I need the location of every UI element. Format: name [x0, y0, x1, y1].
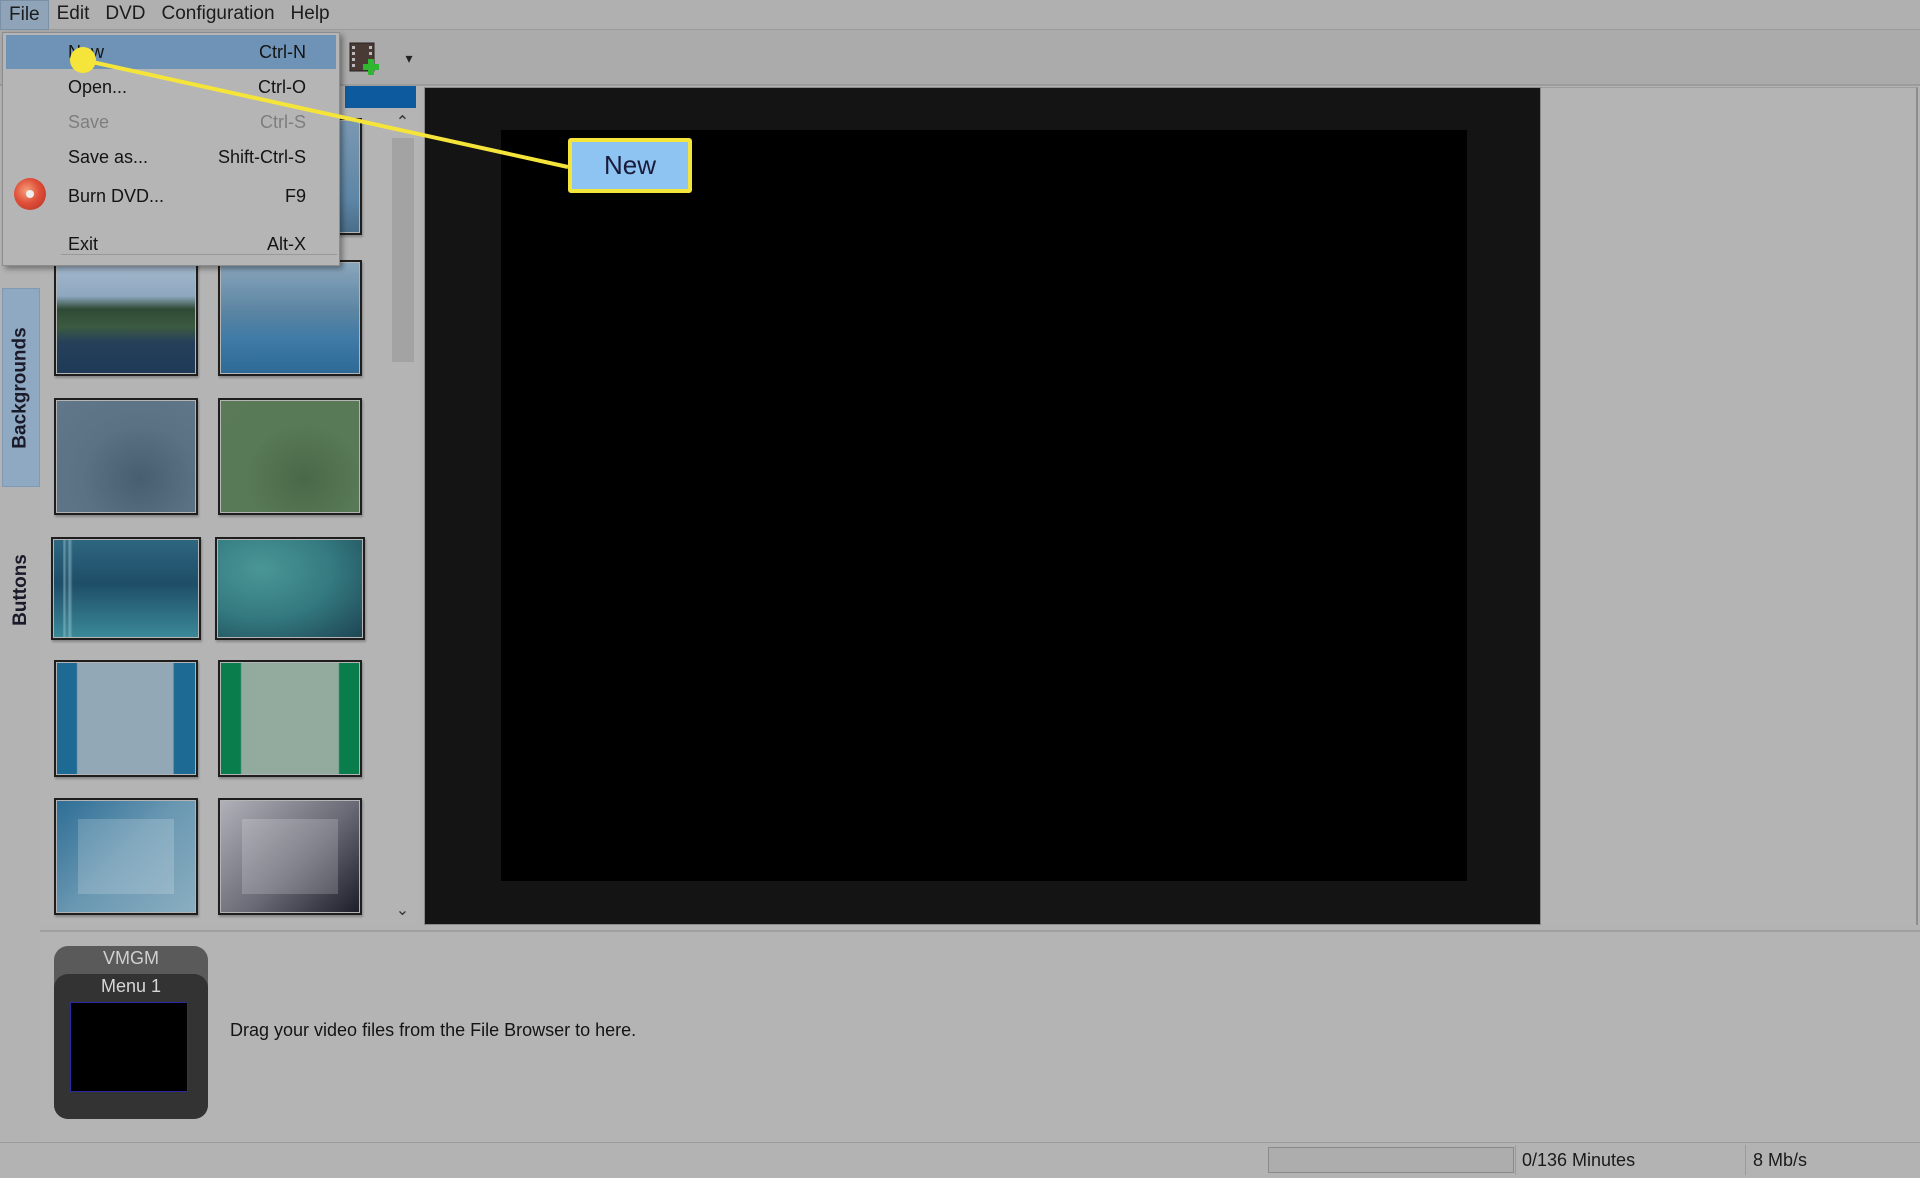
scroll-down-button[interactable]: ⌄ — [390, 900, 415, 920]
thumbnail-image — [54, 540, 198, 637]
thumbnail-image — [57, 663, 195, 774]
vmgm-label: VMGM — [103, 948, 159, 968]
file-menu-new-shortcut: Ctrl-N — [259, 42, 306, 62]
disc-usage-progress — [1268, 1147, 1514, 1173]
file-menu-save-shortcut: Ctrl-S — [260, 112, 306, 132]
scroll-up-button[interactable]: ⌃ — [390, 112, 415, 132]
file-menu-exit[interactable]: Exit Alt-X — [6, 227, 336, 261]
thumbnail-image — [221, 401, 359, 512]
add-video-button[interactable] — [348, 40, 384, 76]
thumbnail-image — [221, 263, 359, 373]
thumbnail-image — [57, 263, 195, 373]
thumbnail-image — [221, 801, 359, 912]
thumbnail-inner-panel — [241, 818, 339, 895]
background-thumbnail-blue-side-bars[interactable] — [54, 660, 198, 777]
file-menu-open-label: Open... — [68, 77, 128, 97]
tab-backgrounds[interactable]: Backgrounds — [2, 288, 40, 487]
background-thumbnail-green-side-bars[interactable] — [218, 660, 362, 777]
menu-bar: File Edit DVD Configuration Help — [0, 0, 1920, 30]
menu-dvd[interactable]: DVD — [97, 0, 153, 30]
film-add-icon — [349, 42, 379, 75]
file-menu-new-label: New — [68, 42, 105, 62]
thumbnail-image — [57, 801, 195, 912]
file-menu-save-as[interactable]: Save as... Shift-Ctrl-S — [6, 140, 336, 174]
add-video-dropdown[interactable]: ▾ — [400, 50, 418, 66]
background-thumbnail-blue-frame[interactable] — [54, 798, 198, 915]
menu-help[interactable]: Help — [283, 0, 338, 30]
background-thumbnail-lake-shore[interactable] — [54, 260, 198, 376]
tab-backgrounds-label: Backgrounds — [10, 326, 32, 449]
file-menu-save-as-shortcut: Shift-Ctrl-S — [217, 147, 306, 167]
status-bitrate: 8 Mb/s — [1753, 1150, 1808, 1170]
panel-header-bar — [345, 86, 416, 108]
file-menu-new[interactable]: New Ctrl-N — [6, 35, 336, 69]
status-minutes: 0/136 Minutes — [1522, 1150, 1636, 1170]
scroll-thumb[interactable] — [392, 138, 414, 362]
thumbnail-image — [218, 540, 362, 637]
menu-1-label: Menu 1 — [100, 976, 162, 996]
status-separator — [1745, 1145, 1746, 1175]
menu-configuration[interactable]: Configuration — [154, 0, 283, 30]
thumbnail-inner-panel — [77, 818, 175, 895]
menu-preview-canvas[interactable] — [501, 130, 1467, 881]
file-menu-exit-shortcut: Alt-X — [266, 234, 306, 254]
menu-file[interactable]: File — [0, 0, 49, 30]
burn-dvd-icon — [14, 178, 46, 210]
file-menu-open-shortcut: Ctrl-O — [258, 77, 306, 97]
background-thumbnail-grey-frame[interactable] — [218, 798, 362, 915]
file-menu-save: Save Ctrl-S — [6, 105, 336, 139]
background-thumbnail-teal-texture[interactable] — [215, 537, 365, 640]
annotation-label: New — [568, 138, 692, 193]
file-menu-exit-label: Exit — [68, 234, 99, 254]
tab-buttons[interactable]: Buttons — [2, 540, 40, 640]
drag-hint-text: Drag your video files from the File Brow… — [230, 1020, 637, 1040]
file-menu-open[interactable]: Open... Ctrl-O — [6, 70, 336, 104]
menu-1-thumbnail[interactable] — [70, 1002, 188, 1092]
background-thumbnail-teal-stripes[interactable] — [51, 537, 201, 640]
properties-panel — [1541, 87, 1918, 925]
file-menu-burn-dvd-shortcut: F9 — [284, 186, 306, 206]
file-menu-save-as-label: Save as... — [68, 147, 149, 167]
background-thumbnail-green-cloud[interactable] — [218, 398, 362, 515]
thumbnail-image — [221, 663, 359, 774]
file-menu-save-label: Save — [68, 112, 110, 132]
menu-edit[interactable]: Edit — [49, 0, 98, 30]
file-menu-burn-dvd[interactable]: Burn DVD... F9 — [6, 176, 336, 216]
file-menu-dropdown: New Ctrl-N Open... Ctrl-O Save Ctrl-S Sa… — [2, 32, 340, 266]
background-thumbnail-blue-grey-cloud[interactable] — [54, 398, 198, 515]
file-menu-burn-dvd-label: Burn DVD... — [68, 186, 165, 206]
thumbnail-image — [57, 401, 195, 512]
tab-buttons-label: Buttons — [10, 554, 32, 626]
status-separator — [1515, 1145, 1516, 1175]
background-thumbnail-blue-hills[interactable] — [218, 260, 362, 376]
